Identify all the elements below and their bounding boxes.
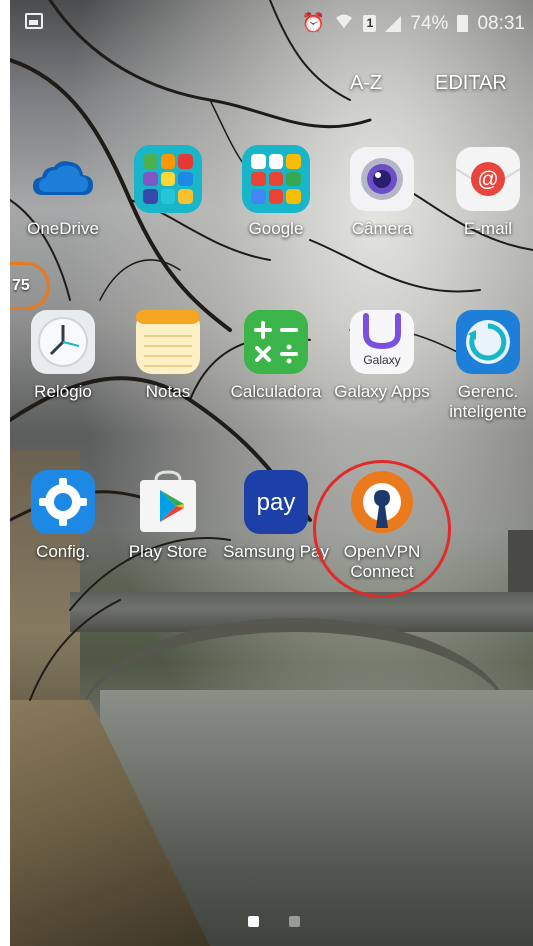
app-play-store[interactable]: Play Store <box>113 468 223 562</box>
app-label: Google <box>248 219 304 238</box>
badge-count: 75 <box>12 277 30 294</box>
app-galaxy-apps[interactable]: Galaxy Galaxy Apps <box>327 308 437 402</box>
page-dot-1[interactable] <box>248 916 259 927</box>
app-label: Config. <box>36 542 90 561</box>
google-apps-folder-icon <box>242 145 310 213</box>
app-microsoft-folder[interactable] <box>113 145 223 219</box>
app-label: Relógio <box>34 382 92 401</box>
app-label: OneDrive <box>27 219 99 238</box>
galaxy-apps-icon-text: Galaxy <box>363 353 400 367</box>
app-camera[interactable]: Câmera <box>327 145 437 239</box>
page-dot-2[interactable] <box>289 916 300 927</box>
microsoft-apps-folder-icon <box>134 145 202 213</box>
camera-icon <box>348 145 416 213</box>
app-notes[interactable]: Notas <box>113 308 223 402</box>
app-settings[interactable]: Config. <box>8 468 118 562</box>
app-google-folder[interactable]: Google <box>221 145 331 239</box>
svg-text:@: @ <box>477 168 498 191</box>
galaxy-apps-icon: Galaxy <box>348 308 416 376</box>
page-indicator <box>248 916 300 927</box>
sort-az-button[interactable]: A-Z <box>350 72 382 95</box>
app-label: E-mail <box>463 219 513 238</box>
smart-manager-icon <box>454 308 522 376</box>
alarm-clock-icon: ⏰ <box>301 12 326 34</box>
highlight-circle <box>313 460 451 598</box>
app-label: Câmera <box>351 219 413 238</box>
app-onedrive[interactable]: OneDrive <box>8 145 118 239</box>
clock-time: 08:31 <box>477 12 525 34</box>
calculator-icon <box>242 308 310 376</box>
app-label: Galaxy Apps <box>334 382 430 401</box>
app-email[interactable]: @ E-mail <box>433 145 533 239</box>
edit-button[interactable]: EDITAR <box>435 72 507 95</box>
app-label: Calculadora <box>230 382 322 401</box>
clock-icon <box>29 308 97 376</box>
samsung-pay-icon-text: pay <box>257 489 296 516</box>
app-clock[interactable]: Relógio <box>8 308 118 402</box>
gallery-icon <box>25 13 43 29</box>
settings-gear-icon <box>29 468 97 536</box>
play-store-icon <box>134 468 202 536</box>
signal-icon <box>385 15 402 32</box>
status-bar: ⏰ 1 74% 08:31 <box>10 0 533 50</box>
battery-icon <box>457 15 469 32</box>
samsung-pay-icon: pay <box>242 468 310 536</box>
wifi-icon <box>334 12 354 35</box>
sim-indicator: 1 <box>363 15 377 32</box>
app-label: Play Store <box>128 542 208 561</box>
app-smart-manager[interactable]: Gerenc. inteligente <box>433 308 533 422</box>
onedrive-cloud-icon <box>29 145 97 213</box>
app-calculator[interactable]: Calculadora <box>221 308 331 402</box>
app-label: Gerenc. inteligente <box>449 382 527 421</box>
app-label: Notas <box>145 382 191 401</box>
email-at-icon: @ <box>454 145 522 213</box>
notes-icon <box>134 308 202 376</box>
battery-percent: 74% <box>410 12 449 34</box>
